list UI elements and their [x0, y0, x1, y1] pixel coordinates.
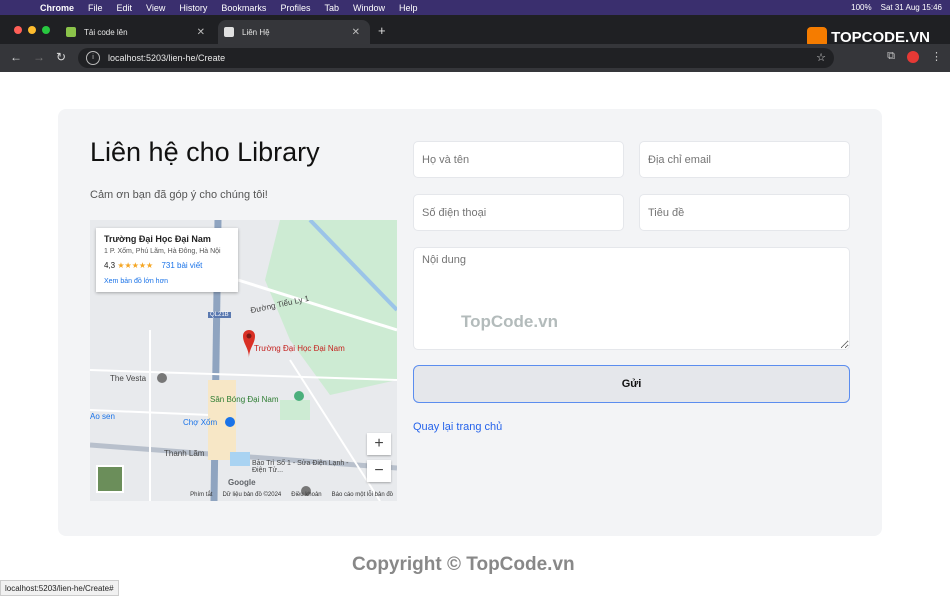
page-subtitle: Cảm ơn bạn đã góp ý cho chúng tôi! [90, 189, 268, 201]
back-arrow-icon[interactable]: ← [10, 50, 22, 64]
maximize-window-icon[interactable] [42, 26, 50, 34]
bookmark-star-icon[interactable]: ☆ [816, 51, 826, 64]
menu-edit[interactable]: Edit [117, 3, 133, 13]
window-controls [14, 26, 50, 34]
map-footer-shortcuts[interactable]: Phím tắt [190, 492, 212, 498]
map-pin-label[interactable]: Trường Đại Học Đại Nam [254, 344, 345, 353]
menu-view[interactable]: View [146, 3, 165, 13]
clock[interactable]: Sat 31 Aug 15:46 [881, 3, 942, 12]
name-field[interactable] [413, 141, 624, 178]
extensions-icon[interactable]: ⧉ [887, 50, 895, 63]
reviews-link[interactable]: 731 bài viết [161, 261, 202, 270]
close-tab-icon[interactable]: ✕ [197, 27, 205, 38]
tab-contact[interactable]: Liên Hệ ✕ [218, 20, 370, 44]
battery-text: 100% [851, 3, 872, 12]
menu-window[interactable]: Window [353, 3, 385, 13]
address-bar[interactable]: i localhost:5203/lien-he/Create ☆ [78, 48, 834, 68]
forward-arrow-icon[interactable]: → [33, 50, 45, 64]
submit-button[interactable]: Gửi [413, 365, 850, 403]
close-tab-icon[interactable]: ✕ [352, 27, 360, 38]
place-name: Trường Đại Học Đại Nam [104, 234, 211, 244]
map-label: The Vesta [110, 374, 147, 383]
tab-title: Liên Hệ [242, 27, 270, 37]
back-home-link[interactable]: Quay lại trang chủ [413, 421, 502, 433]
browser-toolbar: ← → ↻ i localhost:5203/lien-he/Create ☆ … [0, 44, 950, 72]
macos-menubar: Chrome File Edit View History Bookmarks … [0, 0, 950, 15]
zoom-out-icon[interactable]: − [367, 460, 391, 482]
subject-field[interactable] [639, 194, 850, 231]
page-content: Liên hệ cho Library Cảm ơn bạn đã góp ý … [0, 72, 950, 594]
map-label: Bảo Trì Số 1 - Sửa Điện Lạnh - Điện Tử..… [252, 460, 349, 474]
minimize-window-icon[interactable] [28, 26, 36, 34]
site-info-icon[interactable]: i [86, 51, 100, 65]
email-field[interactable] [639, 141, 850, 178]
toolbar-actions: ⧉ ⋮ [887, 50, 942, 63]
menu-app[interactable]: Chrome [40, 3, 74, 13]
google-map[interactable]: Trường Đại Học Đại Nam 1 P. Xốm, Phú Lãm… [90, 220, 397, 501]
larger-map-link[interactable]: Xem bản đồ lớn hơn [104, 278, 168, 285]
menu-file[interactable]: File [88, 3, 103, 13]
menu-help[interactable]: Help [399, 3, 418, 13]
map-label: Sân Bóng Đại Nam [210, 395, 279, 404]
tab-favicon-icon [66, 27, 76, 37]
menubar-status-area: 100% Sat 31 Aug 15:46 [851, 0, 942, 15]
message-field[interactable] [413, 247, 850, 350]
reload-icon[interactable]: ↻ [56, 50, 66, 64]
url-text[interactable]: localhost:5203/lien-he/Create [108, 53, 225, 63]
menu-tab[interactable]: Tab [324, 3, 339, 13]
copyright-text: Copyright © TopCode.vn [352, 554, 575, 575]
map-label: Ao sen [90, 412, 115, 421]
close-window-icon[interactable] [14, 26, 22, 34]
map-label: Thanh Lãm [164, 449, 205, 458]
menu-history[interactable]: History [179, 3, 207, 13]
zoom-in-icon[interactable]: + [367, 433, 391, 455]
place-rating: 4,3 ★★★★★ 731 bài viết [104, 261, 202, 270]
page-title: Liên hệ cho Library [90, 137, 320, 167]
map-footer-data: Dữ liệu bản đồ ©2024 [222, 492, 282, 498]
map-place-card: Trường Đại Học Đại Nam 1 P. Xốm, Phú Lãm… [96, 228, 238, 292]
map-footer: Phím tắt Dữ liệu bản đồ ©2024 Điều khoản… [90, 489, 397, 501]
menu-profiles[interactable]: Profiles [280, 3, 310, 13]
watermark: TopCode.vn [461, 312, 558, 331]
profile-avatar[interactable] [907, 50, 919, 63]
tab-title: Tải code lên [84, 27, 128, 37]
google-logo: Google [228, 478, 256, 487]
logo-text: TOPCODE.VN [831, 28, 930, 46]
rating-stars: ★★★★★ [117, 261, 154, 270]
browser-tabbar: Tải code lên ✕ Liên Hệ ✕ + TOPCODE.VN [0, 15, 950, 47]
new-tab-icon[interactable]: + [378, 23, 386, 38]
rating-value: 4,3 [104, 261, 116, 270]
menu-bookmarks[interactable]: Bookmarks [221, 3, 266, 13]
map-label: Chợ Xốm [183, 418, 218, 427]
road-shield: QL21B [208, 312, 231, 318]
page-favicon-icon [224, 27, 234, 37]
phone-field[interactable] [413, 194, 624, 231]
menu-kebab-icon[interactable]: ⋮ [931, 50, 942, 63]
map-footer-report[interactable]: Báo cáo một lỗi bản đồ [332, 492, 393, 498]
map-footer-terms[interactable]: Điều khoản [291, 492, 321, 498]
tab-upload-code[interactable]: Tải code lên ✕ [60, 20, 215, 44]
place-address: 1 P. Xốm, Phú Lãm, Hà Đông, Hà Nội [104, 248, 221, 255]
